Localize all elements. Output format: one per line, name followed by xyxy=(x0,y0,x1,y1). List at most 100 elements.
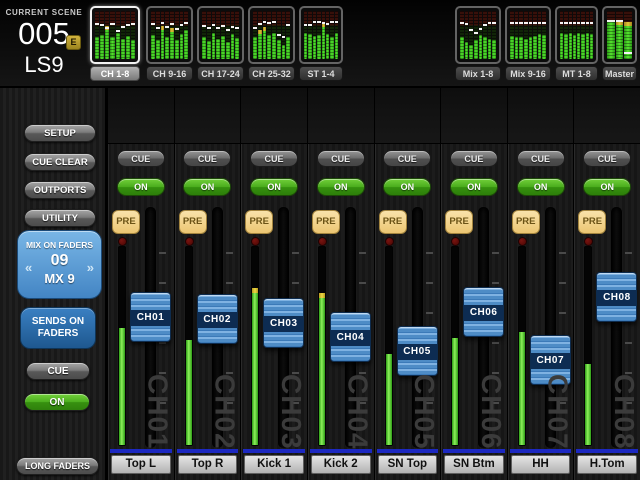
channel-display-area xyxy=(375,88,441,144)
fader-handle[interactable]: CH04 xyxy=(330,312,371,362)
meter-tab-label-mix-9-16[interactable]: Mix 9-16 xyxy=(505,66,551,81)
cue-button[interactable]: CUE xyxy=(450,150,498,167)
on-button[interactable]: ON xyxy=(450,178,498,196)
mini-meter-bar xyxy=(95,11,99,59)
meter-tab-mix-1-8[interactable] xyxy=(455,6,501,64)
channel-name-plate[interactable]: SN Btm xyxy=(444,455,504,474)
channel-strip-ch06: CUEONPRECH06CH06SN Btm xyxy=(440,88,507,480)
channel-color-bar xyxy=(243,449,305,453)
on-button[interactable]: ON xyxy=(317,178,365,196)
meter-tab-mt-1-8[interactable] xyxy=(555,6,598,64)
cue-clear-button[interactable]: CUE CLEAR xyxy=(24,153,96,171)
fader-scale-tick xyxy=(559,312,566,314)
meter-tab-st-1-4[interactable] xyxy=(299,6,343,64)
meter-tab-label-ch-25-32[interactable]: CH 25-32 xyxy=(248,66,295,81)
clip-indicator xyxy=(385,237,394,246)
mix-on-faders-panel[interactable]: MIX ON FADERS « 09 » MX 9 xyxy=(17,230,102,299)
outports-button[interactable]: OUTPORTS xyxy=(24,181,96,199)
meter-tab-label-mt-1-8[interactable]: MT 1-8 xyxy=(555,66,598,81)
meter-fill xyxy=(119,328,125,445)
sends-on-faders-button[interactable]: SENDS ON FADERS xyxy=(20,307,96,349)
fader-position-marker xyxy=(488,22,492,24)
cue-button[interactable]: CUE xyxy=(250,150,298,167)
channel-name-plate[interactable]: HH xyxy=(511,455,571,474)
fader-position-marker xyxy=(231,26,235,28)
mini-meter-bar xyxy=(105,11,109,59)
pre-badge[interactable]: PRE xyxy=(245,210,273,234)
long-faders-button[interactable]: LONG FADERS xyxy=(16,457,99,475)
cue-button[interactable]: CUE xyxy=(117,150,165,167)
meter-tab-ch-9-16[interactable] xyxy=(146,6,193,64)
fader-channel-label: CH01 xyxy=(131,310,170,326)
pre-badge[interactable]: PRE xyxy=(179,210,207,234)
meter-tab-master[interactable] xyxy=(602,6,637,64)
next-mix-icon[interactable]: » xyxy=(87,260,94,275)
fader-handle[interactable]: CH08 xyxy=(596,272,637,322)
meter-tab-label-st-1-4[interactable]: ST 1-4 xyxy=(299,66,343,81)
sidebar-on-button[interactable]: ON xyxy=(24,393,90,411)
pre-badge[interactable]: PRE xyxy=(445,210,473,234)
meter-tab-mix-9-16[interactable] xyxy=(505,6,551,64)
cue-button[interactable]: CUE xyxy=(317,150,365,167)
meter-tab-ch-25-32[interactable] xyxy=(248,6,295,64)
pre-badge[interactable]: PRE xyxy=(578,210,606,234)
mini-meter-bar xyxy=(165,11,169,59)
mini-meter-bar xyxy=(510,11,514,59)
channel-name-plate[interactable]: Kick 1 xyxy=(244,455,304,474)
on-button[interactable]: ON xyxy=(583,178,631,196)
fader-position-marker xyxy=(184,22,188,24)
fader-handle[interactable]: CH05 xyxy=(397,326,438,376)
on-button[interactable]: ON xyxy=(183,178,231,196)
fader-handle[interactable]: CH03 xyxy=(263,298,304,348)
fader-position-marker xyxy=(474,32,478,34)
on-button[interactable]: ON xyxy=(117,178,165,196)
fader-position-marker xyxy=(317,21,320,23)
meter-tab-label-ch-1-8[interactable]: CH 1-8 xyxy=(90,66,140,81)
fader-handle[interactable]: CH06 xyxy=(463,287,504,337)
mini-meter-bar xyxy=(573,11,576,59)
mini-meter-bar xyxy=(519,11,523,59)
sidebar-cue-button[interactable]: CUE xyxy=(26,362,90,380)
pre-badge[interactable]: PRE xyxy=(312,210,340,234)
on-button[interactable]: ON xyxy=(250,178,298,196)
on-button[interactable]: ON xyxy=(517,178,565,196)
pre-badge[interactable]: PRE xyxy=(379,210,407,234)
fader-handle[interactable]: CH02 xyxy=(197,294,238,344)
fader-position-marker xyxy=(286,24,290,26)
channel-name-plate[interactable]: Kick 2 xyxy=(311,455,371,474)
channel-name-plate[interactable]: Top R xyxy=(178,455,238,474)
mini-meter-bar xyxy=(277,11,281,59)
mini-meter-bars xyxy=(95,11,135,59)
meter-tab-ch-1-8[interactable] xyxy=(90,6,140,64)
meter-tab-label-master[interactable]: Master xyxy=(602,66,637,81)
prev-mix-icon[interactable]: « xyxy=(25,260,32,275)
scene-panel[interactable]: CURRENT SCENE 005 E LS9 xyxy=(0,0,88,86)
mini-meter-bar xyxy=(317,11,320,59)
pre-badge[interactable]: PRE xyxy=(112,210,140,234)
mini-meter-bar xyxy=(322,11,325,59)
pre-badge[interactable]: PRE xyxy=(512,210,540,234)
channel-name-plate[interactable]: SN Top xyxy=(378,455,438,474)
fader-scale-tick xyxy=(159,282,166,284)
mini-meter-bar xyxy=(542,11,546,59)
channel-name-plate[interactable]: H.Tom xyxy=(577,455,637,474)
meter-tab-label-ch-17-24[interactable]: CH 17-24 xyxy=(197,66,244,81)
meter-tab-label-ch-9-16[interactable]: CH 9-16 xyxy=(146,66,193,81)
fader-handle[interactable]: CH01 xyxy=(130,292,171,342)
fader-position-marker xyxy=(326,23,329,25)
cue-button[interactable]: CUE xyxy=(183,150,231,167)
cue-button[interactable]: CUE xyxy=(517,150,565,167)
utility-button[interactable]: UTILITY xyxy=(24,209,96,227)
on-button[interactable]: ON xyxy=(383,178,431,196)
fader-scale-tick xyxy=(292,282,299,284)
fader-position-marker xyxy=(519,22,523,24)
channel-name-plate[interactable]: Top L xyxy=(111,455,171,474)
channel-display-area xyxy=(108,88,174,144)
meter-tab-ch-17-24[interactable] xyxy=(197,6,244,64)
setup-button[interactable]: SETUP xyxy=(24,124,96,142)
meter-tab-label-mix-1-8[interactable]: Mix 1-8 xyxy=(455,66,501,81)
cue-button[interactable]: CUE xyxy=(383,150,431,167)
cue-button[interactable]: CUE xyxy=(583,150,631,167)
level-meter xyxy=(451,246,459,446)
mini-meter-bar xyxy=(110,11,114,59)
